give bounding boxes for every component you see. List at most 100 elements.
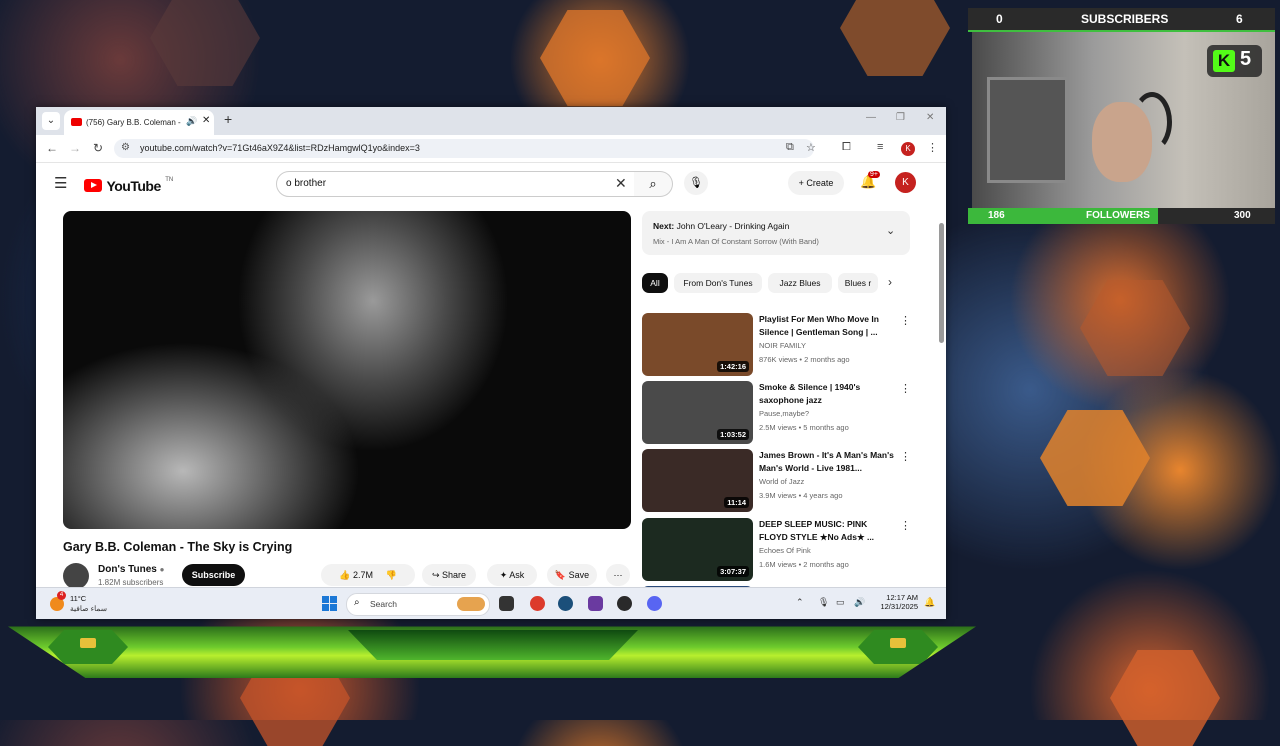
recommendation-duration: 11:14 — [724, 497, 749, 508]
recommendation-thumbnail[interactable]: 3:07:37 — [642, 518, 753, 581]
reload-icon[interactable]: ↻ — [93, 141, 103, 155]
obs-icon[interactable] — [617, 596, 632, 611]
more-vert-icon[interactable]: ⋮ — [900, 450, 911, 463]
weather-temp: 11°C — [70, 594, 87, 603]
recommendation-channel[interactable]: Pause,maybe? — [759, 409, 809, 418]
network-icon[interactable]: ▭ — [836, 597, 845, 608]
close-window-icon[interactable]: ✕ — [926, 112, 934, 123]
followers-current: 186 — [988, 210, 1005, 221]
more-actions-button[interactable]: ⋯ — [606, 564, 630, 586]
account-avatar[interactable]: K — [895, 172, 916, 193]
browser-profile-avatar[interactable]: K — [901, 142, 915, 156]
save-button[interactable]: 🔖 Save — [547, 564, 597, 586]
mic-icon: 🎙 — [689, 177, 703, 189]
media-controls-icon[interactable]: ≡ — [877, 141, 883, 153]
new-tab-button[interactable]: + — [224, 111, 232, 127]
omnibox[interactable]: ⚙ youtube.com/watch?v=71Gt46aX9Z4&list=R… — [114, 139, 816, 158]
steam-icon[interactable] — [558, 596, 573, 611]
search-box[interactable]: o brother ✕ — [276, 171, 636, 197]
site-info-icon[interactable]: ⚙ — [121, 142, 130, 153]
channel-avatar[interactable] — [63, 563, 89, 587]
next-title: John O'Leary - Drinking Again — [676, 221, 790, 231]
next-mix: Mix - I Am A Man Of Constant Sorrow (Wit… — [653, 237, 819, 246]
discord-icon[interactable] — [647, 596, 662, 611]
recommendation-meta: 3.9M views • 4 years ago — [759, 491, 843, 500]
recommendation-channel[interactable]: Echoes Of Pink — [759, 546, 811, 555]
hamburger-menu-icon[interactable]: ☰ — [54, 174, 67, 192]
recommendation-item[interactable]: 11:14 James Brown - It's A Man's Man's Ma… — [642, 449, 912, 513]
next-label: Next: — [653, 221, 675, 231]
search-input[interactable]: o brother — [286, 178, 326, 189]
task-view-icon[interactable] — [499, 596, 514, 611]
recommendation-title[interactable]: James Brown - It's A Man's Man's Man's W… — [759, 449, 894, 475]
chevron-right-icon[interactable]: › — [888, 275, 892, 289]
bg-hex — [1110, 650, 1220, 746]
recommendation-item[interactable]: 1:03:52 Smoke & Silence | 1940's saxophon… — [642, 381, 912, 445]
recommendation-title[interactable]: Playlist For Men Who Move In Silence | G… — [759, 313, 894, 339]
forward-icon[interactable]: → — [69, 141, 81, 155]
chevron-down-icon[interactable]: ⌄ — [886, 224, 895, 237]
create-button[interactable]: + Create — [788, 171, 844, 195]
more-vert-icon[interactable]: ⋮ — [900, 519, 911, 532]
ask-button[interactable]: ✦ Ask — [487, 564, 537, 586]
kick-logo-icon: K — [1213, 50, 1235, 72]
taskbar-search[interactable]: ⌕ Search — [346, 593, 490, 616]
chip-from-dons-tunes[interactable]: From Don's Tunes — [674, 273, 762, 293]
recommendation-title[interactable]: DEEP SLEEP MUSIC: PINK FLOYD STYLE ★No A… — [759, 518, 894, 544]
clock-date: 12/31/2025 — [880, 602, 918, 611]
chrome-icon[interactable] — [530, 596, 545, 611]
extensions-icon[interactable]: ⧠ — [842, 141, 851, 154]
share-button[interactable]: ↪ Share — [422, 564, 476, 586]
notification-icon[interactable]: 🔔 — [924, 597, 935, 608]
clock[interactable]: 12:17 AM 12/31/2025 — [874, 593, 918, 611]
youtube-favicon-icon — [71, 118, 82, 126]
more-menu-icon[interactable]: ⋮ — [927, 141, 938, 154]
channel-name[interactable]: Don's Tunes ● — [98, 564, 165, 575]
page-scrollbar[interactable] — [939, 223, 944, 343]
video-player[interactable] — [63, 211, 631, 529]
windows-start-icon[interactable] — [322, 596, 337, 611]
followers-goal: 300 — [1234, 210, 1251, 221]
active-tab[interactable]: (756) Gary B.B. Coleman - T 🔊 ✕ — [64, 110, 214, 135]
voice-search-button[interactable]: 🎙 — [684, 171, 708, 195]
install-app-icon[interactable]: ⧉ — [786, 141, 794, 154]
search-button[interactable]: ⌕ — [634, 171, 673, 197]
recommendation-channel[interactable]: NOIR FAMILY — [759, 341, 806, 350]
chip-blues[interactable]: Blues r — [838, 273, 878, 293]
browser-window: ⌄ (756) Gary B.B. Coleman - T 🔊 ✕ + — ❐ … — [36, 107, 946, 619]
recommendation-thumbnail[interactable]: 1:42:16 — [642, 313, 753, 376]
back-icon[interactable]: ← — [46, 141, 58, 155]
recommendation-thumbnail[interactable]: 1:03:52 — [642, 381, 753, 444]
volume-icon[interactable]: 🔊 — [854, 597, 865, 608]
chip-jazz-blues[interactable]: Jazz Blues — [768, 273, 832, 293]
tab-search-button[interactable]: ⌄ — [42, 112, 60, 130]
bookmark-star-icon[interactable]: ☆ — [806, 141, 816, 154]
subscribe-button[interactable]: Subscribe — [182, 564, 245, 586]
close-tab-icon[interactable]: ✕ — [202, 115, 210, 126]
recommendation-item[interactable]: 3:07:37 DEEP SLEEP MUSIC: PINK FLOYD STYL… — [642, 518, 912, 582]
restore-icon[interactable]: ❐ — [896, 112, 905, 123]
up-next-box[interactable]: Next: John O'Leary - Drinking Again Mix … — [642, 211, 910, 255]
tab-bar: ⌄ (756) Gary B.B. Coleman - T 🔊 ✕ + — ❐ … — [36, 107, 946, 135]
app-icon[interactable] — [588, 596, 603, 611]
recommendation-meta: 876K views • 2 months ago — [759, 355, 850, 364]
weather-desc: سماء صافية — [70, 604, 108, 613]
dislike-button[interactable]: 👎 — [386, 570, 397, 580]
minimize-icon[interactable]: — — [866, 112, 876, 123]
youtube-logo[interactable]: YouTube TN — [84, 177, 173, 195]
recommendation-title[interactable]: Smoke & Silence | 1940's saxophone jazz — [759, 381, 894, 407]
more-vert-icon[interactable]: ⋮ — [900, 382, 911, 395]
speaker-icon[interactable]: 🔊 — [186, 116, 197, 127]
sparkle-icon: ✦ — [499, 570, 508, 580]
recommendation-thumbnail[interactable]: 11:14 — [642, 449, 753, 512]
tray-chevron-icon[interactable]: ⌃ — [796, 597, 804, 608]
clear-search-icon[interactable]: ✕ — [615, 175, 627, 192]
mic-tray-icon[interactable]: 🎙 — [818, 597, 829, 608]
verified-icon: ● — [159, 565, 165, 574]
recommendation-item[interactable]: 1:42:16 Playlist For Men Who Move In Sile… — [642, 313, 912, 377]
chip-all[interactable]: All — [642, 273, 668, 293]
frame-center — [348, 630, 638, 660]
more-vert-icon[interactable]: ⋮ — [900, 314, 911, 327]
recommendation-channel[interactable]: World of Jazz — [759, 477, 804, 486]
like-button[interactable]: 👍 2.7M — [339, 570, 373, 580]
